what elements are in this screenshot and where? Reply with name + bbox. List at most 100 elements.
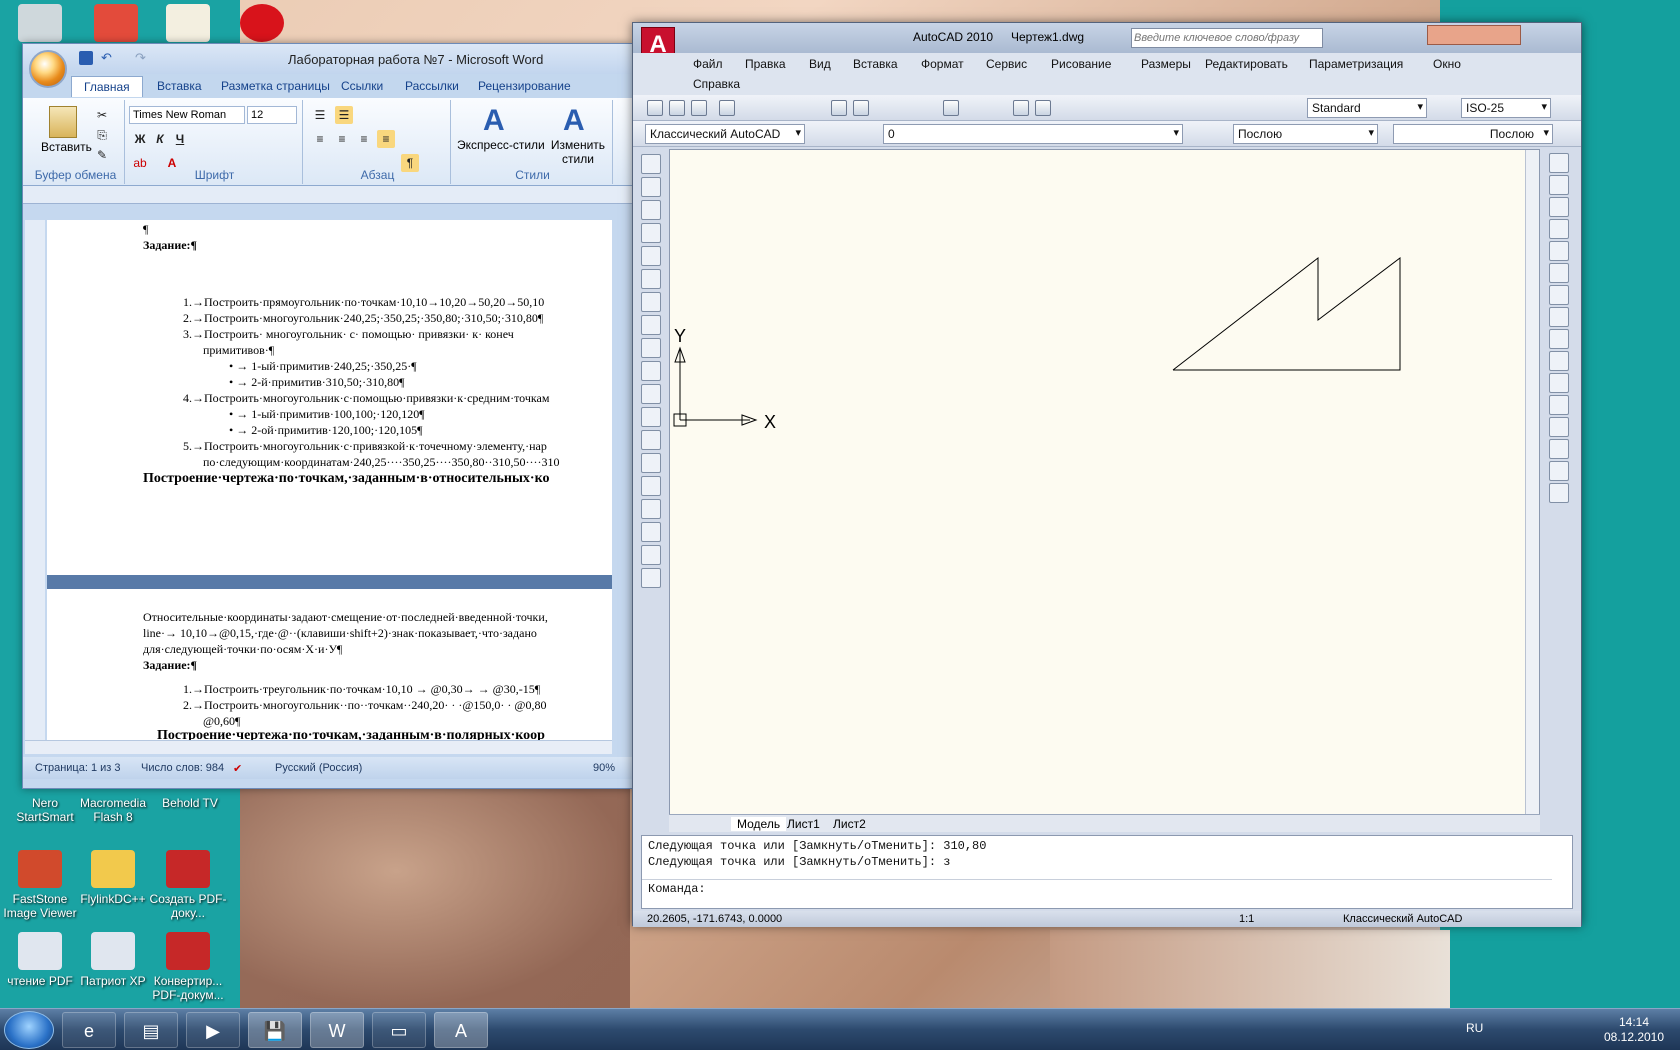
make-block-icon[interactable] [641,430,661,450]
copy-object-icon[interactable] [1549,175,1569,195]
copy-icon[interactable]: ⎘ [93,126,111,144]
command-window[interactable]: Следующая точка или [Замкнуть/оТменить]:… [641,835,1573,909]
extend-icon[interactable] [1549,373,1569,393]
bullets-icon[interactable]: ☰ [311,106,329,124]
tab-layout2[interactable]: Лист2 [833,817,866,831]
align-left-icon[interactable]: ≡ [311,130,329,148]
tab-references[interactable]: Ссылки [341,79,383,93]
rotate-icon[interactable] [1549,285,1569,305]
opera-icon[interactable] [222,4,302,46]
clock[interactable]: 14:14 08.12.2010 [1598,1015,1670,1045]
chamfer-icon[interactable] [1549,439,1569,459]
drawn-polygon[interactable] [1172,256,1401,371]
ellipse-icon[interactable] [641,361,661,381]
array-icon[interactable] [1549,241,1569,261]
command-prompt[interactable]: Команда: [642,879,1552,896]
taskbar-save-app[interactable]: 💾 [248,1012,302,1048]
word-window[interactable]: ↶ ↷ Лабораторная работа №7 - Microsoft W… [22,43,633,789]
drawing-canvas[interactable]: Y X [669,149,1540,831]
taskbar-word[interactable]: W [310,1012,364,1048]
word-count[interactable]: Число слов: 984 [141,762,224,774]
linetype-select[interactable]: Послою [1393,124,1553,144]
menu-file[interactable]: Файл [693,57,723,71]
desktop-icon-flylink[interactable]: FlylinkDC++ [73,850,153,906]
trim-icon[interactable] [1549,351,1569,371]
open-icon[interactable] [669,100,685,116]
undo-icon[interactable] [943,100,959,116]
explode-icon[interactable] [1549,483,1569,503]
gradient-icon[interactable] [641,499,661,519]
fillet-icon[interactable] [1549,461,1569,481]
express-styles-icon[interactable]: A [483,104,505,138]
annotation-scale[interactable]: 1:1 [1239,913,1254,925]
desktop-app-icon[interactable] [148,4,228,46]
polyline-icon[interactable] [641,200,661,220]
offset-icon[interactable] [1549,219,1569,239]
taskbar-terminal[interactable]: ▭ [372,1012,426,1048]
align-center-icon[interactable]: ≡ [333,130,351,148]
tab-mailings[interactable]: Рассылки [405,79,459,93]
numbering-icon[interactable]: ☰ [335,106,353,124]
change-styles-icon[interactable]: A [563,104,585,138]
region-icon[interactable] [641,522,661,542]
document-page[interactable]: ¶ Задание:¶ 1.→Построить·прямоугольник·п… [47,220,612,740]
justify-icon[interactable]: ≡ [377,130,395,148]
taskbar-autocad[interactable]: A [434,1012,488,1048]
coordinates-readout[interactable]: 20.2605, -171.6743, 0.0000 [647,913,782,925]
circle-icon[interactable] [641,292,661,312]
line-tool-icon[interactable] [641,154,661,174]
paste-button[interactable]: Вставить [41,140,92,154]
print-icon[interactable] [719,100,735,116]
tab-page-layout[interactable]: Разметка страницы [221,79,330,93]
menu-draw[interactable]: Рисование [1051,57,1111,71]
spline-icon[interactable] [641,338,661,358]
save-icon[interactable] [691,100,707,116]
layer-select[interactable]: 0 [883,124,1183,144]
zoom-level[interactable]: 90% [593,762,615,774]
join-icon[interactable] [1549,417,1569,437]
menu-parametric[interactable]: Параметризация [1309,57,1403,71]
move-icon[interactable] [1549,263,1569,283]
change-styles-button[interactable]: Изменить стили [545,138,611,166]
text-style-select[interactable]: Standard [1307,98,1427,118]
construction-line-icon[interactable] [641,177,661,197]
break-icon[interactable] [1549,395,1569,415]
desktop-icon-create-pdf[interactable]: Создать PDF-доку... [148,850,228,920]
tab-layout1[interactable]: Лист1 [787,817,820,831]
undo-icon[interactable]: ↶ [101,50,112,66]
desktop-icon-patriot[interactable]: Патриот XP [73,932,153,988]
desktop-app-icon[interactable] [76,4,156,46]
italic-button[interactable]: К [151,130,169,148]
zoom-icon[interactable] [1035,100,1051,116]
dim-style-select[interactable]: ISO-25 [1461,98,1551,118]
ie-icon[interactable]: e [62,1012,116,1048]
bold-button[interactable]: Ж [131,130,149,148]
font-name-select[interactable]: Times New Roman [129,106,245,124]
pan-icon[interactable] [1013,100,1029,116]
revcloud-icon[interactable] [641,315,661,335]
color-select[interactable]: Послою [1233,124,1378,144]
tab-insert[interactable]: Вставка [157,79,202,93]
word-titlebar[interactable]: ↶ ↷ Лабораторная работа №7 - Microsoft W… [23,44,632,74]
format-painter-icon[interactable]: ✎ [93,146,111,164]
menu-view[interactable]: Вид [809,57,831,71]
cut-icon[interactable] [831,100,847,116]
ellipse-arc-icon[interactable] [641,384,661,404]
recycle-bin-icon[interactable] [0,4,80,46]
menu-insert[interactable]: Вставка [853,57,898,71]
underline-button[interactable]: Ч [171,130,189,148]
proofing-icon[interactable]: ✔ [233,762,242,775]
tab-review[interactable]: Рецензирование [478,79,571,93]
desktop-icon-faststone[interactable]: FastStone Image Viewer [0,850,80,920]
new-icon[interactable] [647,100,663,116]
tab-home[interactable]: Главная [71,76,143,97]
word-horizontal-scrollbar[interactable] [25,740,612,754]
menu-modify[interactable]: Редактировать [1205,57,1288,71]
cut-icon[interactable]: ✂ [93,106,111,124]
stretch-icon[interactable] [1549,329,1569,349]
language[interactable]: Русский (Россия) [275,762,362,774]
desktop-icon-flash[interactable]: Macromedia Flash 8 [73,796,153,824]
table-icon[interactable] [641,545,661,565]
autocad-window[interactable]: AutoCAD 2010 Чертеж1.dwg A Файл Правка В… [632,22,1582,927]
copy-icon[interactable] [853,100,869,116]
